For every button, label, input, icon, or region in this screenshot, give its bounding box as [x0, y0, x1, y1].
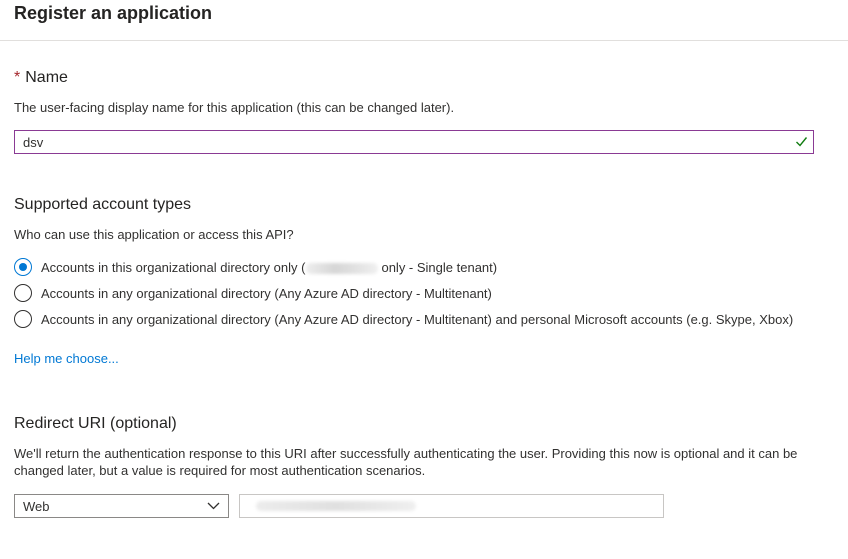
- account-types-title: Supported account types: [14, 196, 192, 213]
- redacted-tenant-name: [306, 262, 379, 274]
- page-title: Register an application: [14, 3, 213, 23]
- radio-label-multitenant-personal: Accounts in any organizational directory…: [41, 311, 794, 327]
- name-label: Name: [25, 69, 68, 86]
- page-header: Register an application: [0, 0, 848, 41]
- radio-single-tenant[interactable]: [14, 258, 32, 276]
- redirect-uri-description: We'll return the authentication response…: [14, 446, 798, 478]
- required-mark: *: [14, 69, 21, 86]
- radio-label-single-tenant: Accounts in this organizational director…: [41, 259, 498, 275]
- account-types-question: Who can use this application or access t…: [14, 227, 294, 242]
- radio-multitenant-personal[interactable]: [14, 310, 32, 328]
- name-section-title: * Name: [14, 69, 68, 87]
- name-input[interactable]: [15, 131, 793, 153]
- name-description: The user-facing display name for this ap…: [14, 100, 455, 115]
- account-type-option-multitenant-personal[interactable]: Accounts in any organizational directory…: [14, 309, 793, 329]
- redirect-uri-input[interactable]: [239, 494, 664, 518]
- account-type-option-multitenant[interactable]: Accounts in any organizational directory…: [14, 283, 492, 303]
- check-icon: [796, 137, 808, 147]
- help-me-choose-link[interactable]: Help me choose...: [14, 351, 119, 366]
- platform-select[interactable]: Web: [14, 494, 229, 518]
- platform-select-value: Web: [23, 499, 50, 514]
- redacted-uri-value: [256, 501, 416, 511]
- redirect-uri-title: Redirect URI (optional): [14, 415, 177, 432]
- radio-multitenant[interactable]: [14, 284, 32, 302]
- name-field-wrapper: [14, 130, 814, 154]
- radio-label-multitenant: Accounts in any organizational directory…: [41, 285, 492, 301]
- account-type-option-single-tenant[interactable]: Accounts in this organizational director…: [14, 257, 497, 277]
- chevron-down-icon: [207, 502, 220, 510]
